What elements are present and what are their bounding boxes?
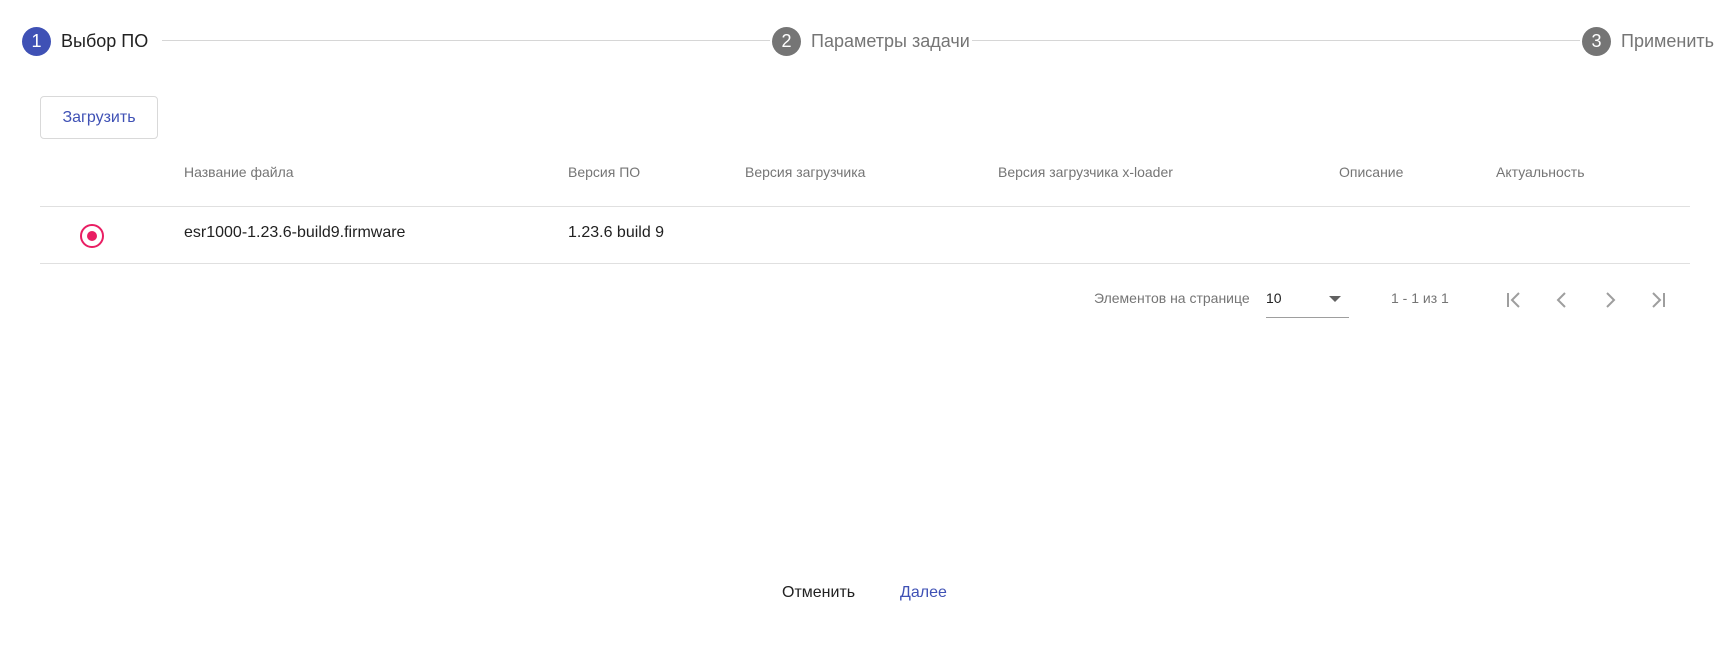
- chevron-left-icon: [1556, 292, 1566, 308]
- cell-fw-version: 1.23.6 build 9: [568, 224, 665, 241]
- row-select-radio[interactable]: [80, 224, 104, 248]
- column-header-xloader-version[interactable]: Версия загрузчика x-loader: [998, 164, 1173, 180]
- step-3[interactable]: 3 Применить: [1582, 26, 1714, 56]
- next-page-button[interactable]: [1594, 284, 1626, 316]
- table-header: Название файла Версия ПО Версия загрузчи…: [40, 150, 1690, 207]
- cancel-button[interactable]: Отменить: [782, 584, 855, 602]
- column-header-fw-version[interactable]: Версия ПО: [568, 164, 640, 180]
- step-3-number: 3: [1582, 26, 1611, 56]
- step-connector: [972, 40, 1580, 41]
- upload-button[interactable]: Загрузить: [40, 96, 158, 139]
- page-size-select[interactable]: 10: [1266, 282, 1349, 318]
- column-header-file-name[interactable]: Название файла: [184, 164, 294, 180]
- paginator: Элементов на странице 10 1 - 1 из 1: [1090, 282, 1690, 322]
- stepper: 1 Выбор ПО 2 Параметры задачи 3 Применит…: [22, 26, 1714, 56]
- first-page-icon: [1507, 292, 1520, 308]
- step-2-label: Параметры задачи: [811, 30, 970, 51]
- previous-page-button[interactable]: [1546, 284, 1578, 316]
- column-header-loader-version[interactable]: Версия загрузчика: [745, 164, 865, 180]
- step-2[interactable]: 2 Параметры задачи: [772, 26, 970, 56]
- step-1-number: 1: [22, 26, 51, 56]
- dropdown-caret-icon: [1329, 296, 1341, 302]
- last-page-icon: [1652, 292, 1665, 308]
- step-1[interactable]: 1 Выбор ПО: [22, 26, 148, 56]
- step-3-label: Применить: [1621, 30, 1715, 51]
- step-2-number: 2: [772, 26, 801, 56]
- next-button[interactable]: Далее: [900, 584, 947, 602]
- firmware-table: Название файла Версия ПО Версия загрузчи…: [40, 150, 1690, 264]
- table-row[interactable]: esr1000-1.23.6-build9.firmware 1.23.6 bu…: [40, 207, 1690, 264]
- page-size-value: 10: [1266, 290, 1282, 306]
- step-1-label: Выбор ПО: [61, 30, 149, 51]
- column-header-description[interactable]: Описание: [1339, 164, 1403, 180]
- cell-file-name: esr1000-1.23.6-build9.firmware: [184, 224, 406, 241]
- items-per-page-label: Элементов на странице: [1094, 290, 1250, 306]
- last-page-button[interactable]: [1642, 284, 1674, 316]
- page-range-label: 1 - 1 из 1: [1391, 290, 1449, 306]
- first-page-button[interactable]: [1498, 284, 1530, 316]
- column-header-actuality[interactable]: Актуальность: [1496, 164, 1585, 180]
- chevron-right-icon: [1606, 292, 1616, 308]
- radio-selected-dot: [87, 231, 97, 241]
- step-connector: [162, 40, 770, 41]
